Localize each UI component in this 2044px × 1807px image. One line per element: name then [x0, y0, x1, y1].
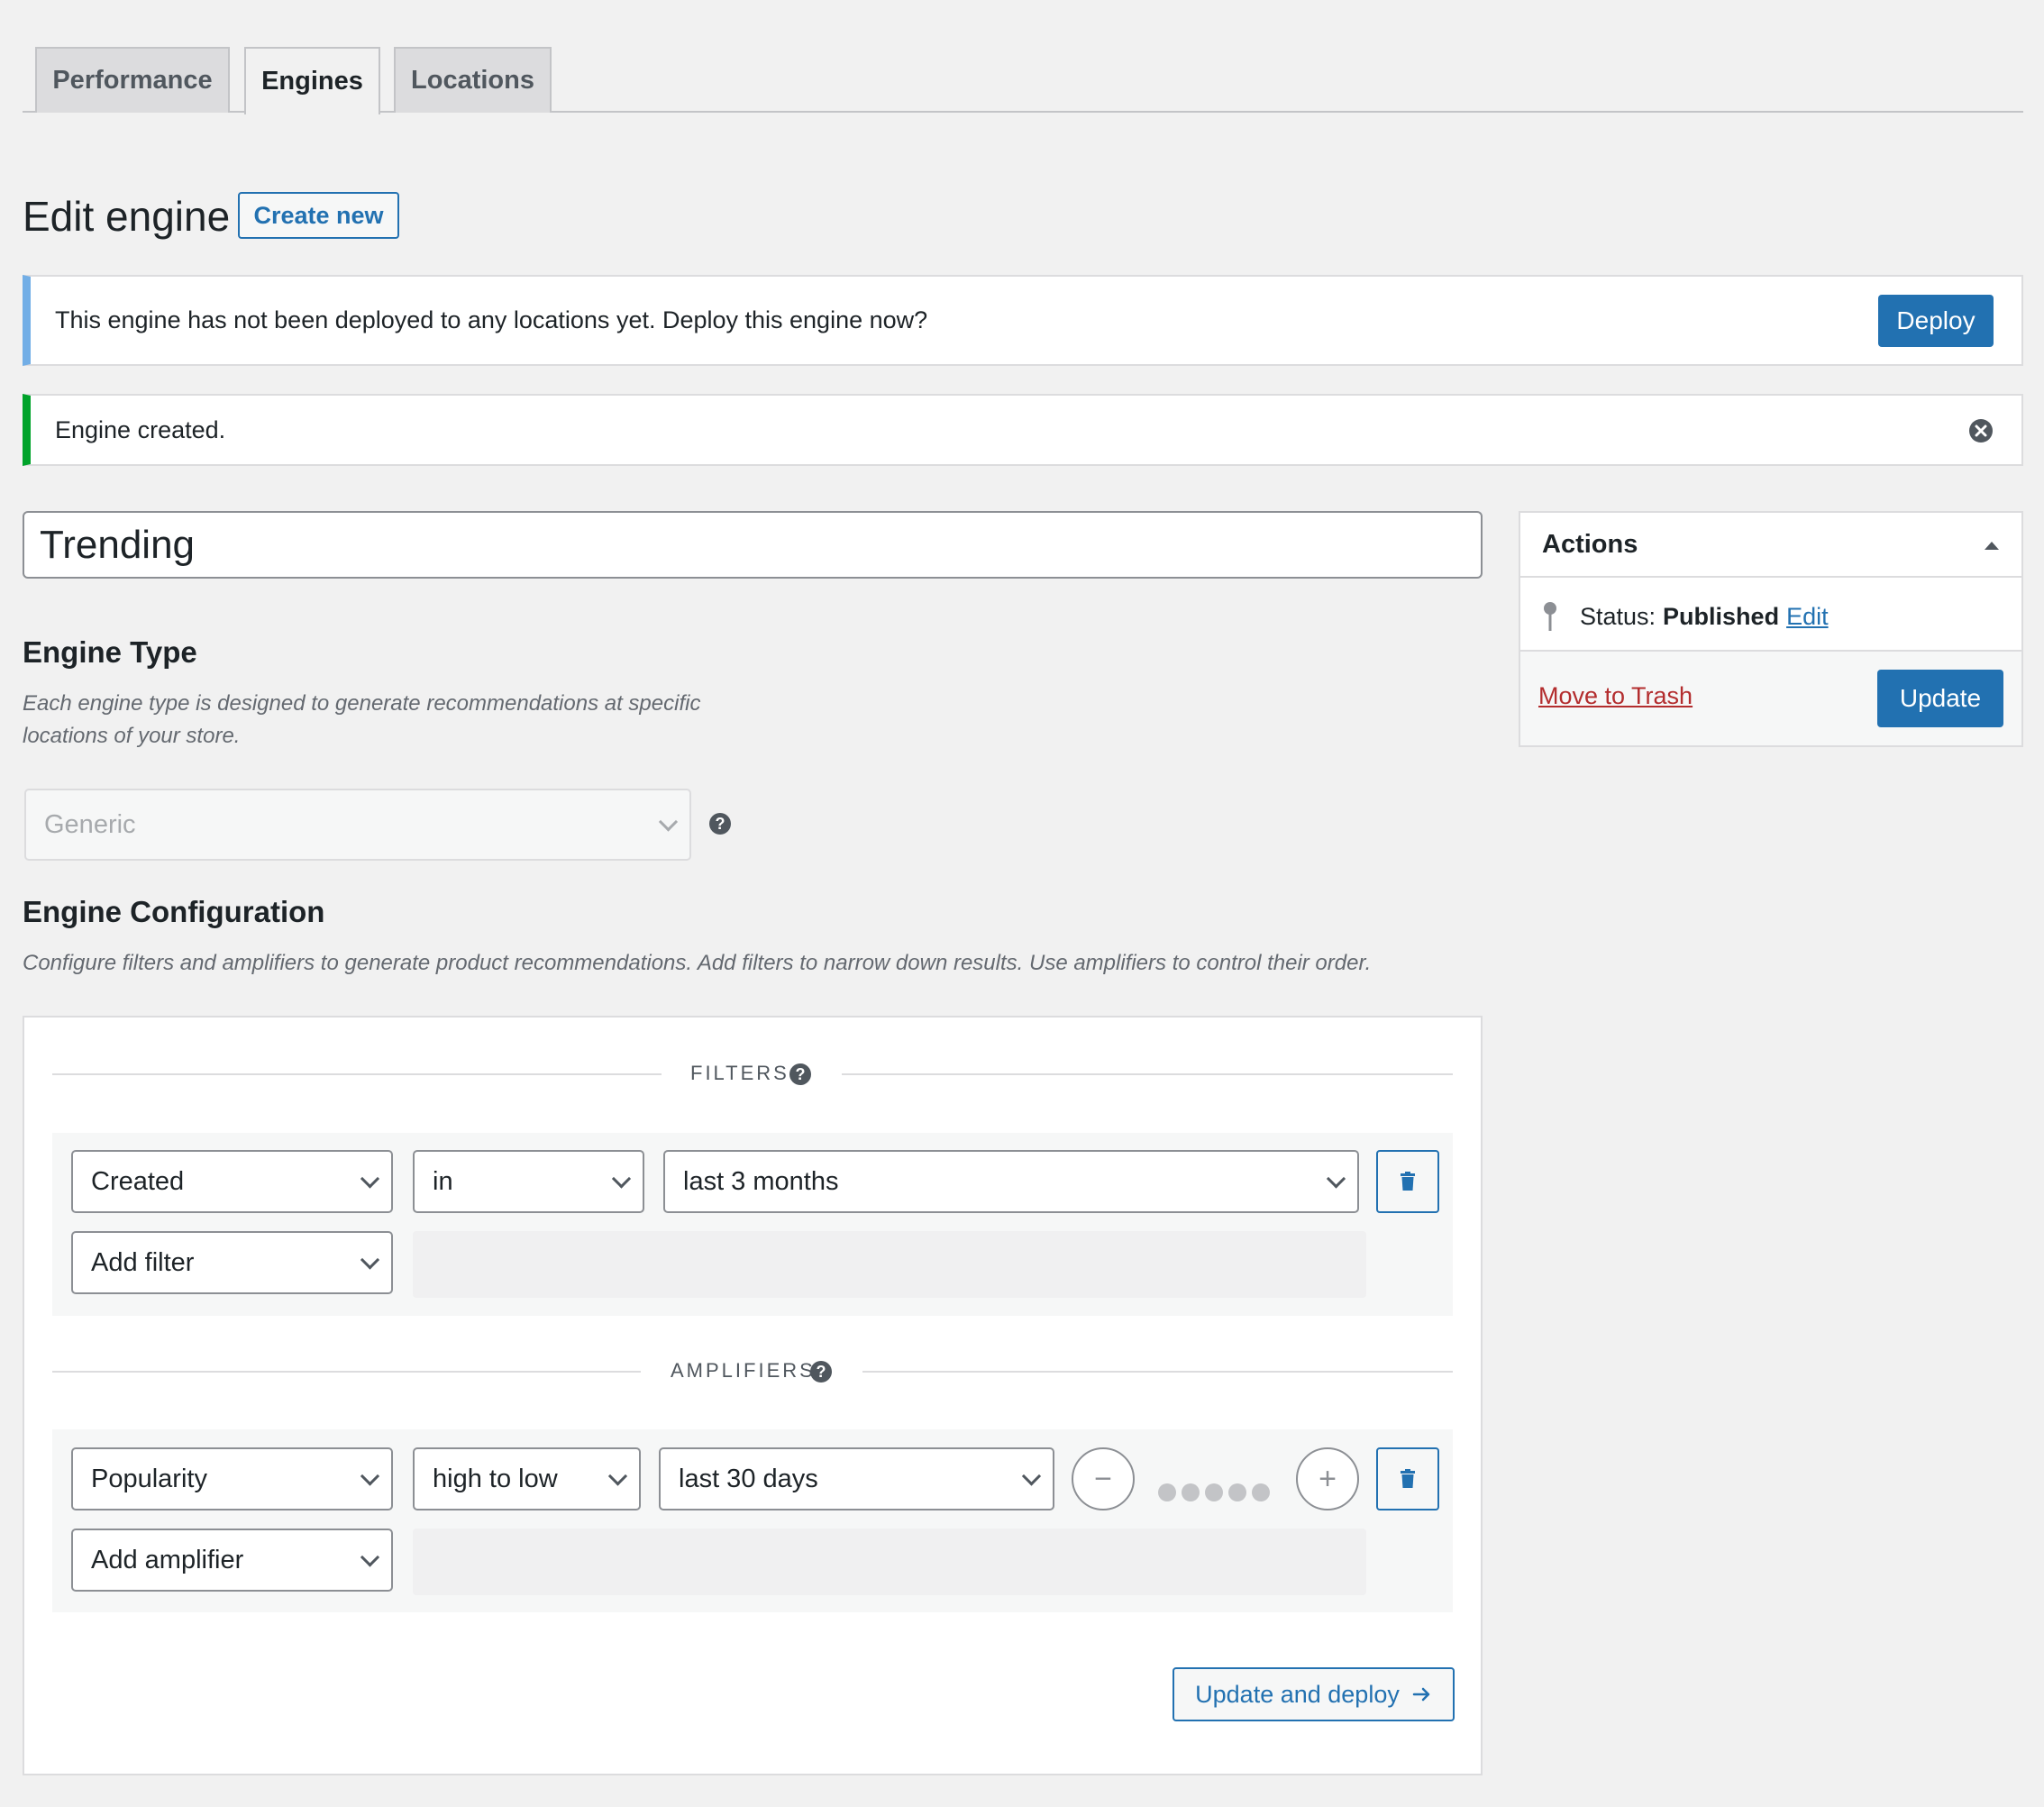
engine-type-description-1: Each engine type is designed to generate… — [23, 691, 701, 716]
filter-field-value: Created — [91, 1166, 185, 1196]
amplifiers-label: AMPLIFIERS — [671, 1359, 816, 1382]
filters-label: FILTERS — [690, 1062, 789, 1084]
delete-amplifier-button[interactable] — [1376, 1447, 1439, 1510]
arrow-right-icon — [1412, 1687, 1430, 1702]
move-to-trash-link[interactable]: Move to Trash — [1538, 682, 1693, 710]
success-notice: Engine created. — [23, 394, 2023, 466]
weight-dot — [1205, 1483, 1223, 1501]
divider — [52, 1073, 662, 1075]
weight-dot — [1158, 1483, 1176, 1501]
status-value: Published — [1663, 602, 1780, 630]
amplifier-order-value: high to low — [433, 1464, 558, 1493]
increase-weight-button[interactable]: + — [1296, 1447, 1359, 1510]
decrease-weight-button[interactable]: − — [1072, 1447, 1135, 1510]
deploy-notice-text: This engine has not been deployed to any… — [55, 306, 928, 333]
chevron-down-icon — [360, 1250, 380, 1270]
add-filter-select[interactable]: Add filter — [71, 1231, 393, 1294]
tab-locations[interactable]: Locations — [394, 47, 552, 113]
filter-value-value: last 3 months — [683, 1166, 839, 1196]
engine-name-input[interactable]: Trending — [23, 511, 1483, 579]
pin-icon — [1544, 602, 1556, 631]
tab-engines[interactable]: Engines — [244, 47, 380, 114]
chevron-down-icon — [360, 1169, 380, 1189]
filter-operator-value: in — [433, 1166, 453, 1196]
update-and-deploy-button[interactable]: Update and deploy — [1173, 1667, 1455, 1721]
actions-heading: Actions — [1542, 529, 1638, 559]
divider — [862, 1371, 1453, 1373]
chevron-down-icon — [1326, 1169, 1346, 1189]
create-new-button[interactable]: Create new — [238, 192, 399, 239]
filter-value-select[interactable]: last 3 months — [663, 1150, 1359, 1213]
engine-config-description: Configure filters and amplifiers to gene… — [23, 951, 1372, 975]
status-row: Status: Published Edit — [1542, 601, 1829, 632]
add-amplifier-label: Add amplifier — [91, 1545, 244, 1574]
engine-type-select: Generic — [24, 789, 691, 861]
filter-placeholder-slot — [413, 1231, 1366, 1298]
chevron-down-icon — [611, 1169, 632, 1189]
plus-icon: + — [1319, 1461, 1337, 1496]
weight-dot — [1182, 1483, 1200, 1501]
page-title: Edit engine — [23, 193, 231, 240]
weight-dot — [1252, 1483, 1270, 1501]
help-icon[interactable]: ? — [709, 813, 731, 835]
divider — [52, 1371, 641, 1373]
deploy-notice: This engine has not been deployed to any… — [23, 275, 2023, 366]
actions-header[interactable]: Actions — [1520, 513, 2021, 578]
engine-config-box: FILTERS ? Created in last 3 months Add f… — [23, 1016, 1483, 1775]
chevron-down-icon — [658, 812, 679, 832]
engine-type-heading: Engine Type — [23, 635, 197, 669]
edit-status-link[interactable]: Edit — [1786, 603, 1829, 631]
caret-up-icon[interactable] — [1984, 540, 2000, 551]
amplifier-order-select[interactable]: high to low — [413, 1447, 641, 1510]
add-amplifier-select[interactable]: Add amplifier — [71, 1529, 393, 1592]
engine-type-value: Generic — [44, 809, 136, 839]
status-label: Status: — [1580, 602, 1656, 630]
trash-icon — [1401, 1469, 1415, 1488]
weight-dot — [1228, 1483, 1246, 1501]
close-icon[interactable] — [1968, 418, 1994, 443]
filter-field-select[interactable]: Created — [71, 1150, 393, 1213]
actions-panel: Actions Status: Published Edit Move to T… — [1519, 511, 2023, 747]
divider — [842, 1073, 1453, 1075]
tab-bar: Performance Engines Locations — [23, 47, 2023, 114]
amplifier-period-value: last 30 days — [679, 1464, 818, 1493]
amplifier-field-select[interactable]: Popularity — [71, 1447, 393, 1510]
engine-config-heading: Engine Configuration — [23, 895, 325, 928]
actions-footer: Move to Trash Update — [1520, 650, 2021, 745]
add-filter-label: Add filter — [91, 1247, 195, 1277]
deploy-button[interactable]: Deploy — [1878, 295, 1994, 347]
trash-icon — [1401, 1172, 1415, 1191]
chevron-down-icon — [607, 1466, 628, 1486]
success-notice-text: Engine created. — [55, 415, 226, 443]
help-icon[interactable]: ? — [789, 1063, 811, 1085]
amplifier-period-select[interactable]: last 30 days — [659, 1447, 1054, 1510]
chevron-down-icon — [1021, 1466, 1042, 1486]
tab-performance[interactable]: Performance — [35, 47, 230, 113]
update-and-deploy-label: Update and deploy — [1195, 1680, 1400, 1708]
delete-filter-button[interactable] — [1376, 1150, 1439, 1213]
minus-icon: − — [1094, 1461, 1112, 1496]
amplifier-field-value: Popularity — [91, 1464, 207, 1493]
help-icon[interactable]: ? — [810, 1361, 832, 1383]
update-button[interactable]: Update — [1877, 670, 2003, 727]
filter-operator-select[interactable]: in — [413, 1150, 644, 1213]
chevron-down-icon — [360, 1547, 380, 1567]
amplifier-placeholder-slot — [413, 1529, 1366, 1595]
chevron-down-icon — [360, 1466, 380, 1486]
engine-type-description-2: locations of your store. — [23, 724, 241, 748]
